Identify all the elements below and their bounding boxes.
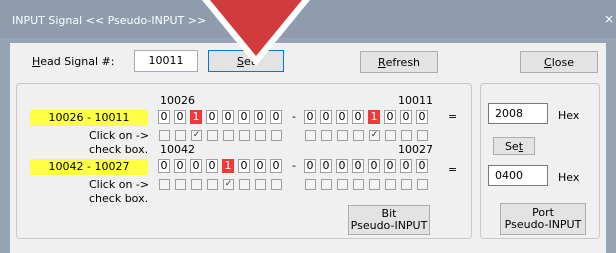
row2-checkbox-label: check box.: [89, 192, 149, 205]
bit-cell: 0: [238, 110, 250, 124]
bit-cell: 0: [352, 110, 364, 124]
row1-right-label: 10011: [398, 94, 433, 107]
bit-checkbox[interactable]: [353, 130, 364, 141]
bit-cell: 1: [222, 159, 234, 173]
bit-cell: 0: [222, 110, 234, 124]
bit-cell: 0: [206, 159, 218, 173]
port-button-line2: Pseudo-INPUT: [504, 218, 582, 231]
bit-checkbox[interactable]: [239, 179, 250, 190]
bit-checkbox[interactable]: ✓: [223, 179, 234, 190]
bit-cell: 0: [158, 159, 170, 173]
row1-dash: -: [292, 110, 296, 123]
row1-left-label: 10026: [160, 94, 195, 107]
bit-cell: 0: [400, 159, 412, 173]
bit-checkbox[interactable]: ✓: [191, 130, 202, 141]
row1-checkbox-label: check box.: [89, 143, 149, 156]
bit-checkbox[interactable]: [321, 179, 332, 190]
bit-cell: 0: [352, 159, 364, 173]
port-pseudo-input-button[interactable]: Port Pseudo-INPUT: [500, 203, 586, 235]
bit-checkbox[interactable]: [305, 130, 316, 141]
bit-cell: 0: [174, 110, 186, 124]
refresh-button[interactable]: Refresh: [360, 51, 438, 73]
bit-checkbox[interactable]: [321, 130, 332, 141]
head-signal-input[interactable]: 10011: [134, 50, 198, 72]
bit-cell: 0: [384, 110, 396, 124]
row2-click-label: Click on ->: [89, 178, 150, 191]
row2-hex-value[interactable]: 0400: [488, 165, 548, 186]
bit-checkbox[interactable]: [417, 179, 428, 190]
row2-right-label: 10027: [398, 143, 433, 156]
row2-left-label: 10042: [160, 143, 195, 156]
bit-checkbox[interactable]: [255, 130, 266, 141]
bit-cell: 0: [206, 110, 218, 124]
bit-cell: 0: [304, 159, 316, 173]
bit-cell: 0: [384, 159, 396, 173]
bit-cell: 0: [416, 110, 428, 124]
bit-cell: 0: [270, 110, 282, 124]
bit-checkbox[interactable]: [417, 130, 428, 141]
bit-checkbox[interactable]: [401, 130, 412, 141]
bit-cell: 1: [368, 110, 380, 124]
bit-checkbox[interactable]: [369, 179, 380, 190]
row1-equals: =: [448, 110, 458, 123]
bit-checkbox[interactable]: [305, 179, 316, 190]
row1-range: 10026 - 10011: [30, 110, 148, 126]
dialog-client: Head Signal #: 10011 Set Refresh Close 1…: [10, 43, 606, 253]
bit-checkbox[interactable]: [207, 179, 218, 190]
close-button[interactable]: Close: [520, 51, 598, 73]
bit-cell: 0: [320, 110, 332, 124]
bit-cell: 0: [238, 159, 250, 173]
bit-cell: 0: [400, 110, 412, 124]
bit-checkbox[interactable]: [175, 179, 186, 190]
bit-checkbox[interactable]: [337, 179, 348, 190]
row1-click-label: Click on ->: [89, 129, 150, 142]
bit-cell: 0: [254, 159, 266, 173]
bit-checkbox[interactable]: [223, 130, 234, 141]
bit-checkbox[interactable]: [385, 179, 396, 190]
row2-dash: -: [292, 159, 296, 172]
bit-cell: 0: [336, 159, 348, 173]
bit-button-line2: Pseudo-INPUT: [350, 219, 428, 232]
bit-checkbox[interactable]: [271, 179, 282, 190]
row2-hex-unit: Hex: [558, 171, 580, 184]
bit-checkbox[interactable]: ✓: [369, 130, 380, 141]
bit-cell: 0: [270, 159, 282, 173]
row1-hex-value[interactable]: 2008: [488, 103, 548, 124]
bit-cell: 0: [254, 110, 266, 124]
bit-checkbox[interactable]: [255, 179, 266, 190]
bit-cell: 0: [336, 110, 348, 124]
set-hex-button[interactable]: Se t: [493, 137, 535, 155]
row2-equals: =: [448, 163, 458, 176]
bit-pseudo-input-button[interactable]: Bit Pseudo-INPUT: [348, 205, 430, 235]
row2-range: 10042 - 10027: [30, 159, 148, 175]
window-title: INPUT Signal << Pseudo-INPUT >>: [12, 14, 207, 27]
bit-checkbox[interactable]: [175, 130, 186, 141]
bit-checkbox[interactable]: [337, 130, 348, 141]
pointer-arrow-icon: [202, 0, 310, 66]
bit-checkbox[interactable]: [385, 130, 396, 141]
bit-cell: 0: [320, 159, 332, 173]
bit-cell: 0: [368, 159, 380, 173]
bit-cell: 1: [190, 110, 202, 124]
bit-checkbox[interactable]: [401, 179, 412, 190]
bit-cell: 0: [304, 110, 316, 124]
bit-checkbox[interactable]: [191, 179, 202, 190]
close-icon[interactable]: ×: [604, 12, 614, 26]
row1-hex-unit: Hex: [558, 109, 580, 122]
head-signal-label: Head Signal #:: [32, 55, 115, 68]
bit-checkbox[interactable]: [271, 130, 282, 141]
bit-checkbox[interactable]: [159, 130, 170, 141]
bit-cell: 0: [190, 159, 202, 173]
bit-checkbox[interactable]: [239, 130, 250, 141]
bit-checkbox[interactable]: [159, 179, 170, 190]
bit-checkbox[interactable]: [353, 179, 364, 190]
bit-checkbox[interactable]: [207, 130, 218, 141]
bit-cell: 0: [416, 159, 428, 173]
bit-cell: 0: [158, 110, 170, 124]
bit-cell: 0: [174, 159, 186, 173]
